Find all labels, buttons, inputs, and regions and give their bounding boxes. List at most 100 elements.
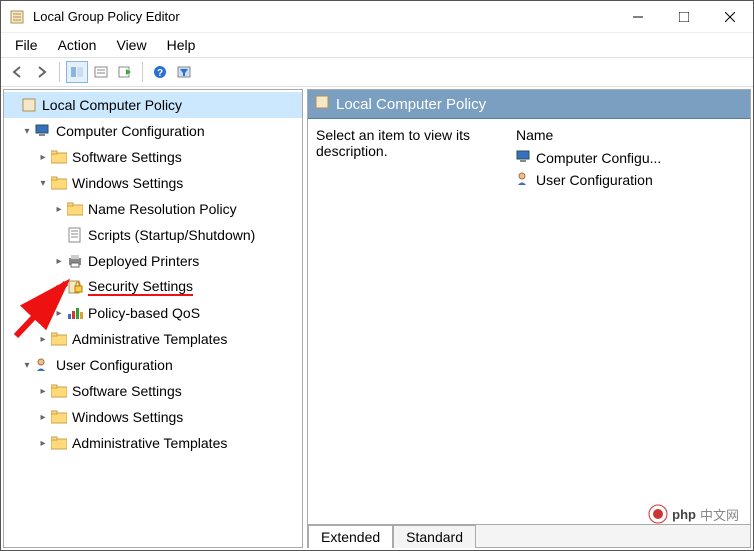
caret-down-icon[interactable]: ▾: [36, 178, 50, 189]
tree-policy-qos[interactable]: ▸ Policy-based QoS: [4, 300, 302, 326]
policy-icon: [20, 97, 38, 113]
qos-icon: [66, 305, 84, 321]
tree-cc-admin-templates[interactable]: ▸ Administrative Templates: [4, 326, 302, 352]
forward-button[interactable]: [31, 61, 53, 83]
menu-view[interactable]: View: [106, 35, 156, 55]
list-item-label: Computer Configu...: [536, 150, 661, 166]
show-tree-button[interactable]: [66, 61, 88, 83]
tree-uc-software[interactable]: ▸ Software Settings: [4, 378, 302, 404]
tree-name-resolution[interactable]: ▸ Name Resolution Policy: [4, 196, 302, 222]
filter-button[interactable]: [173, 61, 195, 83]
description-text: Select an item to view its description.: [316, 127, 516, 516]
folder-icon: [66, 201, 84, 217]
tab-standard[interactable]: Standard: [393, 525, 476, 548]
tree-label: Software Settings: [72, 383, 182, 399]
tree-cc-software[interactable]: ▸ Software Settings: [4, 144, 302, 170]
computer-icon: [516, 150, 532, 167]
details-body: Select an item to view its description. …: [308, 119, 750, 524]
tree-label: User Configuration: [56, 357, 173, 373]
tree-label: Deployed Printers: [88, 253, 199, 269]
tree-label: Windows Settings: [72, 409, 183, 425]
security-icon: [66, 279, 84, 295]
tree-scripts[interactable]: ▸ Scripts (Startup/Shutdown): [4, 222, 302, 248]
script-icon: [66, 227, 84, 243]
menubar: File Action View Help: [1, 33, 753, 57]
computer-icon: [34, 123, 52, 139]
caret-right-icon[interactable]: ▸: [36, 334, 50, 345]
folder-icon: [50, 409, 68, 425]
folder-icon: [50, 175, 68, 191]
list-item-label: User Configuration: [536, 172, 653, 188]
folder-icon: [50, 383, 68, 399]
list-item[interactable]: User Configuration: [516, 169, 742, 191]
toolbar: ?: [1, 57, 753, 87]
caret-down-icon[interactable]: ▾: [20, 126, 34, 137]
caret-down-icon[interactable]: ▾: [20, 360, 34, 371]
column-header-name[interactable]: Name: [516, 127, 742, 147]
maximize-button[interactable]: [661, 1, 707, 33]
items-list: Name Computer Configu... User Configurat…: [516, 127, 742, 516]
tree-panel[interactable]: ▸ Local Computer Policy ▾ Computer Confi…: [3, 89, 303, 548]
close-button[interactable]: [707, 1, 753, 33]
tree-label: Administrative Templates: [72, 331, 227, 347]
folder-icon: [50, 149, 68, 165]
back-button[interactable]: [7, 61, 29, 83]
properties-button[interactable]: [90, 61, 112, 83]
user-icon: [34, 357, 52, 373]
tree-uc-windows[interactable]: ▸ Windows Settings: [4, 404, 302, 430]
caret-right-icon[interactable]: ▸: [36, 438, 50, 449]
caret-right-icon[interactable]: ▸: [36, 386, 50, 397]
tab-extended[interactable]: Extended: [308, 525, 393, 548]
details-panel: Local Computer Policy Select an item to …: [307, 89, 751, 548]
tree-security-settings[interactable]: ▸ Security Settings: [4, 274, 302, 300]
folder-icon: [50, 331, 68, 347]
details-tabs: Extended Standard: [308, 524, 750, 547]
titlebar: Local Group Policy Editor: [1, 1, 753, 33]
tree-label: Windows Settings: [72, 175, 183, 191]
caret-right-icon[interactable]: ▸: [36, 152, 50, 163]
watermark-suffix: 中文网: [700, 505, 739, 524]
printer-icon: [66, 253, 84, 269]
tree-user-config[interactable]: ▾ User Configuration: [4, 352, 302, 378]
content-area: ▸ Local Computer Policy ▾ Computer Confi…: [1, 87, 753, 550]
tree-label: Policy-based QoS: [88, 305, 200, 321]
tree-label: Computer Configuration: [56, 123, 205, 139]
tree-computer-config[interactable]: ▾ Computer Configuration: [4, 118, 302, 144]
php-logo-icon: [648, 504, 668, 524]
tree-label: Name Resolution Policy: [88, 201, 237, 217]
tree-label: Security Settings: [88, 278, 193, 296]
list-item[interactable]: Computer Configu...: [516, 147, 742, 169]
minimize-button[interactable]: [615, 1, 661, 33]
toolbar-separator: [59, 62, 60, 82]
tree-root[interactable]: ▸ Local Computer Policy: [4, 92, 302, 118]
details-title: Local Computer Policy: [336, 96, 486, 113]
user-icon: [516, 171, 532, 190]
tree-label: Scripts (Startup/Shutdown): [88, 227, 255, 243]
tree-uc-admin-templates[interactable]: ▸ Administrative Templates: [4, 430, 302, 456]
menu-file[interactable]: File: [5, 35, 48, 55]
details-header: Local Computer Policy: [308, 90, 750, 119]
window-title: Local Group Policy Editor: [33, 9, 615, 24]
folder-icon: [50, 435, 68, 451]
policy-icon: [314, 94, 330, 114]
caret-right-icon[interactable]: ▸: [52, 204, 66, 215]
window-controls: [615, 1, 753, 33]
tree-deployed-printers[interactable]: ▸ Deployed Printers: [4, 248, 302, 274]
menu-action[interactable]: Action: [48, 35, 107, 55]
caret-right-icon[interactable]: ▸: [52, 282, 66, 293]
export-button[interactable]: [114, 61, 136, 83]
tree-cc-windows[interactable]: ▾ Windows Settings: [4, 170, 302, 196]
caret-right-icon[interactable]: ▸: [36, 412, 50, 423]
menu-help[interactable]: Help: [157, 35, 206, 55]
tree-label: Local Computer Policy: [42, 97, 182, 113]
tree-label: Software Settings: [72, 149, 182, 165]
app-icon: [9, 9, 25, 25]
watermark-brand: php: [672, 507, 696, 522]
help-button[interactable]: ?: [149, 61, 171, 83]
tree-label: Administrative Templates: [72, 435, 227, 451]
caret-right-icon[interactable]: ▸: [52, 256, 66, 267]
watermark: php 中文网: [648, 504, 739, 524]
toolbar-separator: [142, 62, 143, 82]
svg-text:?: ?: [157, 68, 163, 79]
caret-right-icon[interactable]: ▸: [52, 308, 66, 319]
